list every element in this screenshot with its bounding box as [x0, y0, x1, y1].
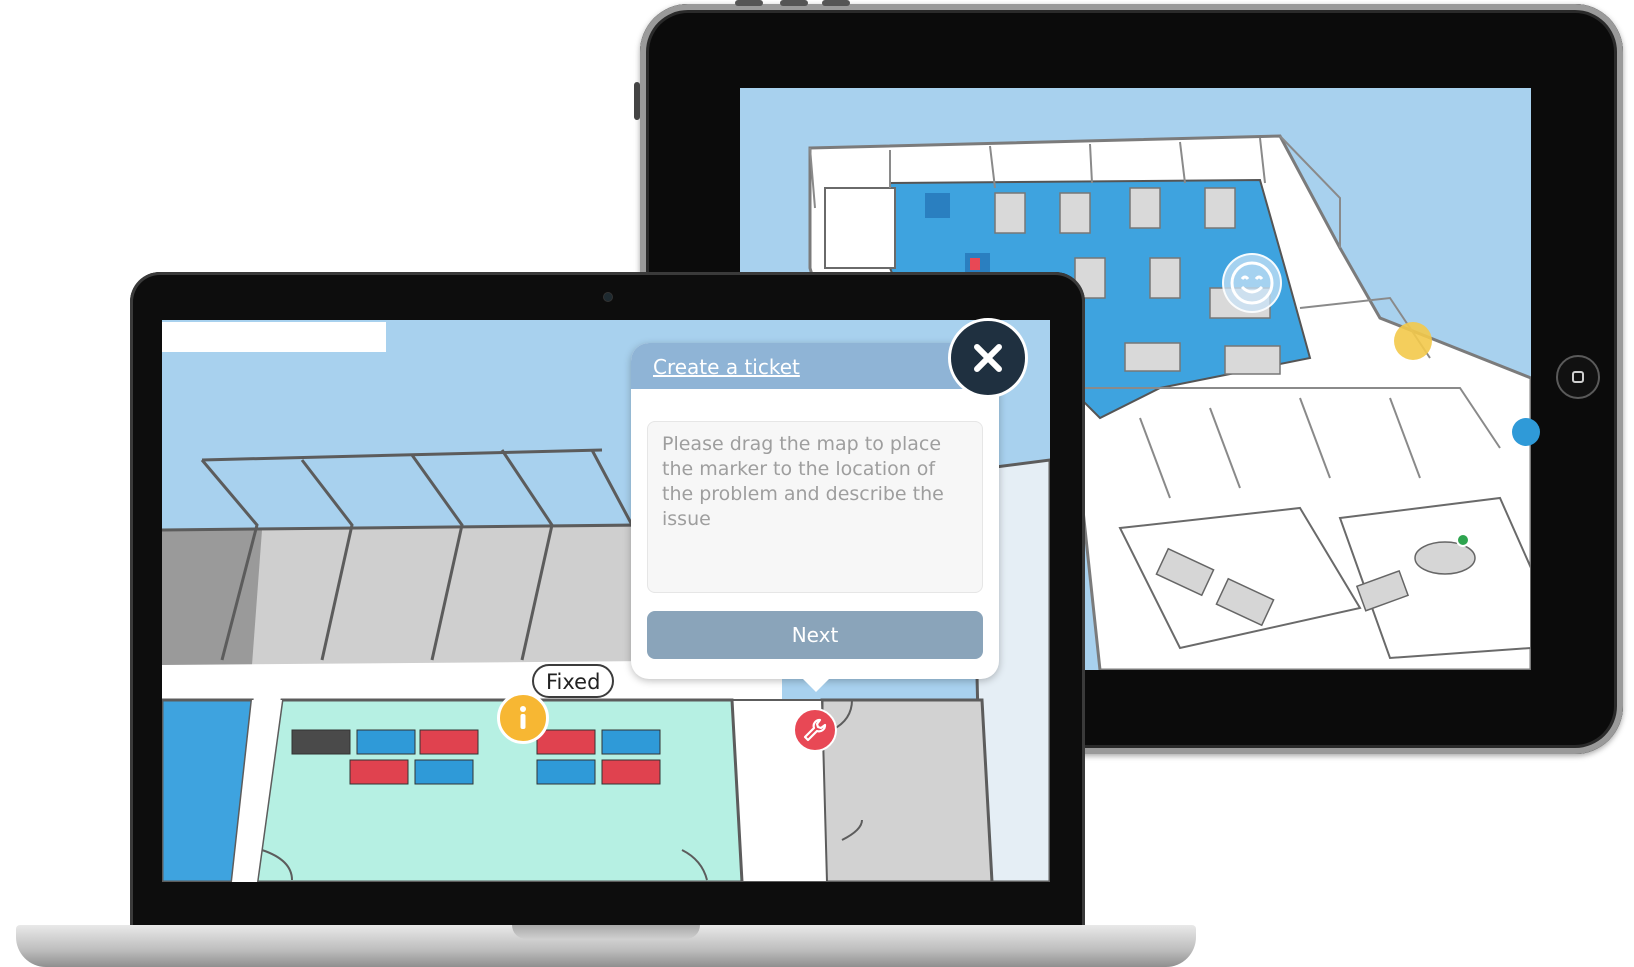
map-overlay-panel [162, 322, 386, 352]
issue-description-field[interactable] [647, 421, 983, 593]
dialog-header: Create a ticket [631, 343, 999, 389]
status-bubble: Fixed [532, 664, 615, 698]
tablet-home-button[interactable] [1556, 355, 1600, 399]
smiley-icon[interactable] [1222, 253, 1282, 313]
tablet-hardware-button [735, 0, 763, 6]
create-ticket-dialog: Create a ticket Next [631, 343, 999, 679]
laptop-notch [512, 925, 700, 939]
laptop-camera [603, 292, 613, 302]
dialog-body: Next [631, 421, 999, 659]
green-marker-icon[interactable] [1456, 533, 1470, 547]
close-icon[interactable] [948, 318, 1028, 398]
warning-marker-icon[interactable] [1394, 322, 1432, 360]
blue-marker-icon[interactable] [1512, 418, 1540, 446]
wrench-icon[interactable] [793, 708, 837, 752]
dialog-pointer [800, 676, 832, 692]
tablet-hardware-button [780, 0, 808, 6]
tablet-side-button [634, 82, 640, 120]
tablet-hardware-button [822, 0, 850, 6]
info-icon[interactable] [497, 692, 549, 744]
create-ticket-link[interactable]: Create a ticket [653, 355, 800, 379]
next-button[interactable]: Next [647, 611, 983, 659]
